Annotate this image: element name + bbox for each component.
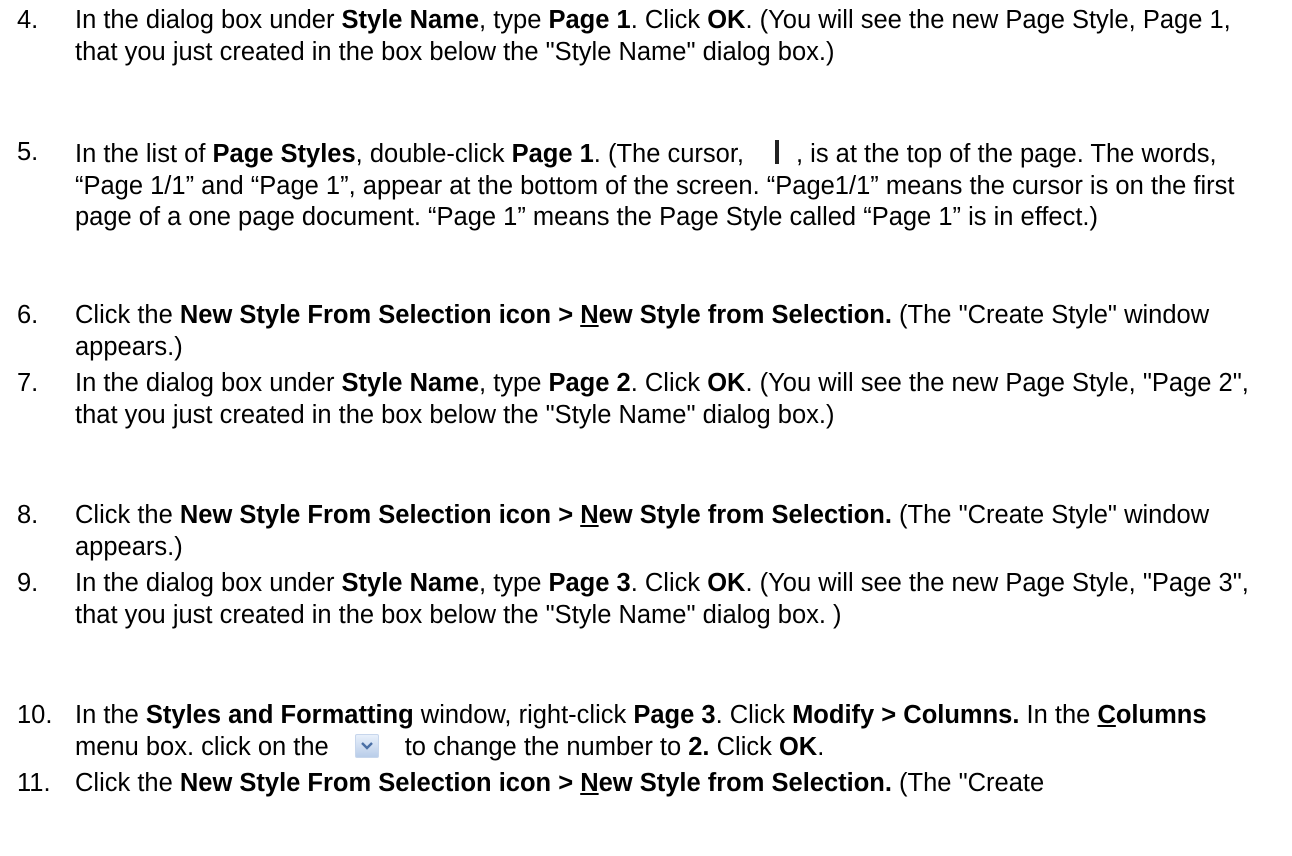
list-item: 6. Click the New Style From Selection ic… — [0, 300, 1292, 363]
step-text: In the — [1019, 701, 1098, 729]
step-text: . (The cursor, — [593, 140, 745, 168]
step-text: , type — [479, 369, 549, 397]
list-item: 11. Click the New Style From Selection i… — [0, 768, 1064, 800]
step-text: Click the — [75, 301, 180, 329]
bold-term: OK — [778, 732, 818, 761]
bold-term: Page 3 — [633, 701, 716, 729]
bold-term: Page Styles — [212, 140, 356, 168]
step-text: window, right-click — [413, 701, 634, 729]
step-text: to change the number to — [404, 732, 689, 761]
step-text: . Click — [630, 369, 708, 397]
step-text: . Click — [715, 701, 793, 729]
step-text: Click — [709, 732, 779, 761]
step-text: (The "Create — [891, 769, 1045, 797]
step-text: In the dialog box under — [75, 569, 342, 597]
document-page: 4. In the dialog box under Style Name, t… — [0, 0, 1292, 856]
step-text: In the — [75, 701, 146, 729]
bold-term: OK — [707, 6, 746, 34]
bold-term: Style Name — [341, 569, 480, 597]
step-text: In the list of — [75, 140, 213, 168]
bold-underlined-letter: N — [580, 769, 599, 797]
text-cursor-icon — [762, 137, 792, 167]
step-text: In the dialog box under — [75, 6, 342, 34]
bold-term: New Style From Selection icon > — [179, 769, 581, 797]
bold-term: Page 2 — [548, 369, 631, 397]
bold-underlined-letter: C — [1097, 701, 1116, 729]
step-number: 7. — [17, 369, 39, 397]
list-item: 4. In the dialog box under Style Name, t… — [0, 5, 1292, 68]
step-number: 5. — [17, 138, 39, 166]
bold-term: 2. — [688, 732, 710, 761]
step-number: 10. — [17, 701, 53, 729]
step-number: 8. — [17, 501, 39, 529]
bold-term: ew Style from Selection. — [598, 301, 892, 329]
bold-term: New Style From Selection icon > — [179, 301, 581, 329]
list-item: 10. In the Styles and Formatting window,… — [0, 700, 1292, 763]
list-item: 9. In the dialog box under Style Name, t… — [0, 568, 1292, 631]
bold-term: OK — [707, 369, 746, 397]
list-item: 8. Click the New Style From Selection ic… — [0, 500, 1292, 563]
step-text: . — [817, 732, 825, 761]
bold-term: ew Style from Selection. — [598, 769, 892, 797]
bold-term: OK — [707, 569, 746, 597]
step-text: Click the — [75, 769, 180, 797]
step-text: , double-click — [355, 140, 512, 168]
bold-term: Page 1 — [548, 6, 631, 34]
step-text: . Click — [630, 6, 708, 34]
step-text: Click the — [75, 501, 180, 529]
step-number: 4. — [17, 6, 39, 34]
bold-term: Styles and Formatting — [145, 701, 414, 729]
step-number: 9. — [17, 569, 39, 597]
list-item: 5. In the list of Page Styles, double-cl… — [0, 137, 1292, 234]
bold-term: Style Name — [341, 6, 480, 34]
bold-term: Page 3 — [548, 569, 631, 597]
step-number: 6. — [17, 301, 39, 329]
step-text: menu box. click on the — [75, 732, 329, 761]
bold-term: Style Name — [341, 369, 480, 397]
step-text: In the dialog box under — [75, 369, 342, 397]
step-text: . Click — [630, 569, 708, 597]
step-text: , type — [479, 569, 549, 597]
step-text: , type — [479, 6, 549, 34]
list-item: 7. In the dialog box under Style Name, t… — [0, 368, 1292, 431]
bold-term: New Style From Selection icon > — [179, 501, 581, 529]
bold-term: ew Style from Selection. — [598, 501, 892, 529]
bold-term: Modify > Columns. — [792, 701, 1020, 729]
bold-term: olumns — [1115, 701, 1207, 729]
bold-underlined-letter: N — [580, 301, 599, 329]
step-number: 11. — [17, 769, 51, 797]
bold-underlined-letter: N — [580, 501, 599, 529]
bold-term: Page 1 — [511, 140, 594, 168]
dropdown-arrow-icon — [354, 733, 379, 758]
